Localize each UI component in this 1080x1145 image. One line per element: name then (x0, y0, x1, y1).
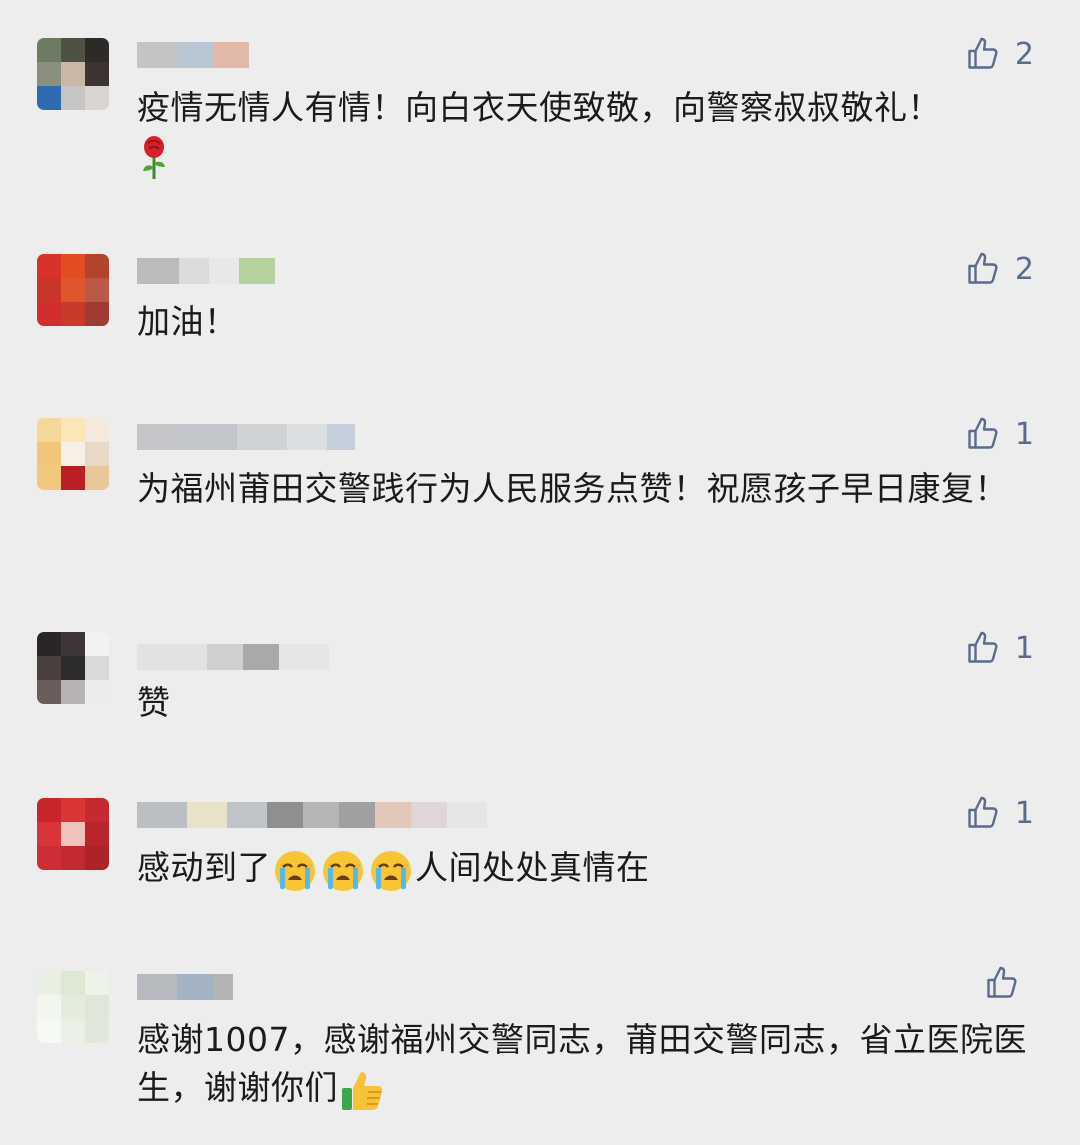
crying-face-icon (371, 850, 411, 891)
comment-text: 感谢1007，感谢福州交警同志，莆田交警同志，省立医院医生，谢谢你们 (137, 1016, 1042, 1112)
like-button[interactable]: 1 (965, 793, 1034, 833)
thumbs-up-outline-icon (968, 417, 998, 449)
comment-text-content: 为福州莆田交警践行为人民服务点赞！祝愿孩子早日康复！ (137, 469, 1008, 508)
comment-text-content: 感谢1007，感谢福州交警同志，莆田交警同志，省立医院医生，谢谢你们 (137, 1020, 1027, 1107)
comment-text-content: 疫情无情人有情！向白衣天使致敬，向警察叔叔敬礼！ (137, 88, 941, 127)
like-count: 1 (1014, 416, 1034, 452)
comment-text-content: 加油！ (137, 302, 238, 341)
nickname-blurred[interactable] (137, 800, 487, 830)
thumbs-up-icon (342, 1071, 383, 1110)
avatar[interactable] (37, 254, 109, 326)
nickname-blurred[interactable] (137, 972, 233, 1002)
rose-icon (143, 135, 165, 179)
avatar[interactable] (37, 418, 109, 490)
thumbs-up-outline-icon (968, 631, 998, 663)
comment-text: 加油！ (137, 298, 1042, 346)
comment-text: 赞 (137, 679, 1042, 727)
thumbs-up-outline-icon (987, 966, 1017, 998)
nickname-blurred[interactable] (137, 642, 329, 672)
like-count: 1 (1014, 795, 1034, 831)
avatar[interactable] (37, 632, 109, 704)
like-count: 2 (1014, 251, 1034, 287)
comment-text-content: 赞 (137, 683, 171, 722)
thumbs-up-outline-icon (968, 37, 998, 69)
crying-face-icon (275, 850, 315, 891)
avatar[interactable] (37, 798, 109, 870)
comment-text: 疫情无情人有情！向白衣天使致敬，向警察叔叔敬礼！ (137, 84, 1042, 181)
like-button[interactable]: 1 (965, 414, 1034, 454)
comment-text-after: 人间处处真情在 (415, 848, 650, 887)
comment-text-before: 感动到了 (137, 848, 271, 887)
nickname-blurred[interactable] (137, 422, 355, 452)
avatar[interactable] (37, 971, 109, 1043)
nickname-blurred[interactable] (137, 40, 249, 70)
like-button[interactable] (984, 963, 1034, 1003)
thumbs-up-outline-icon (968, 796, 998, 828)
comment-text: 为福州莆田交警践行为人民服务点赞！祝愿孩子早日康复！ (137, 465, 1042, 513)
like-button[interactable]: 2 (965, 34, 1034, 74)
comment-text: 感动到了 人间处处真情在 (137, 844, 1042, 893)
like-button[interactable]: 1 (965, 628, 1034, 668)
like-count: 1 (1014, 630, 1034, 666)
avatar[interactable] (37, 38, 109, 110)
nickname-blurred[interactable] (137, 256, 275, 286)
like-button[interactable]: 2 (965, 249, 1034, 289)
crying-face-icon (323, 850, 363, 891)
like-count: 2 (1014, 36, 1034, 72)
thumbs-up-outline-icon (968, 252, 998, 284)
